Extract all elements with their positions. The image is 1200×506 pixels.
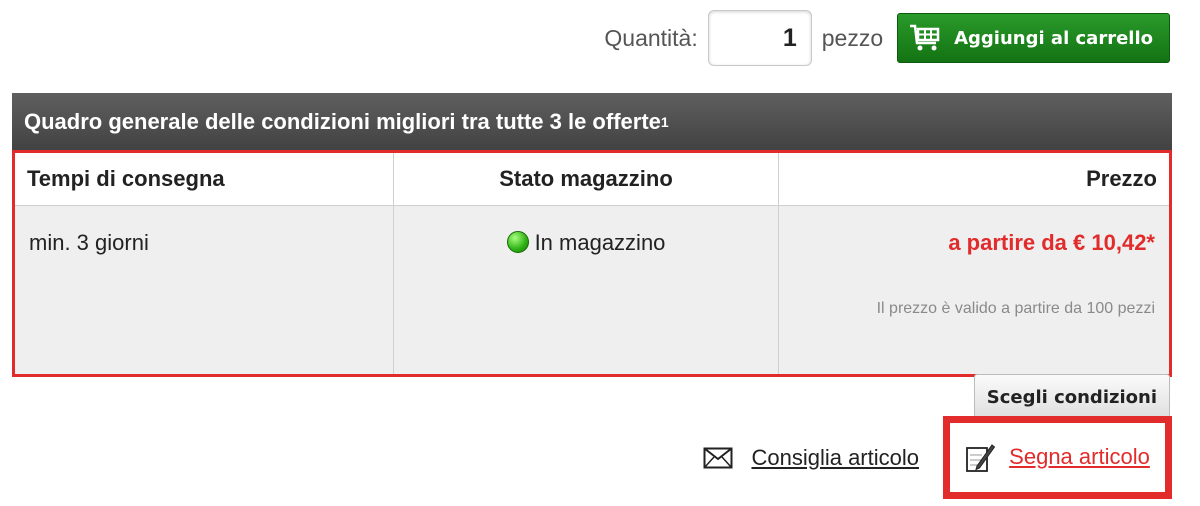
stock-cell: In magazzino — [393, 205, 779, 376]
add-to-cart-label: Aggiungi al carrello — [954, 27, 1153, 49]
add-to-cart-button[interactable]: Aggiungi al carrello — [897, 13, 1170, 63]
column-header-price: Prezzo — [778, 151, 1171, 206]
quantity-row: Quantità: pezzo Aggiungi al carrello — [604, 8, 1170, 68]
quantity-input[interactable] — [707, 10, 812, 66]
recommend-article-label: Consiglia articolo — [751, 445, 919, 470]
delivery-time-cell: min. 3 giorni — [13, 205, 394, 376]
quantity-unit: pezzo — [821, 24, 884, 51]
in-stock-status-icon — [506, 231, 529, 253]
offers-header: Quadro generale delle condizioni miglior… — [12, 93, 1172, 150]
pencil-icon — [966, 444, 996, 472]
shopping-cart-icon — [910, 24, 940, 51]
mark-article-label: Segna articolo — [1009, 444, 1150, 469]
choose-conditions-button[interactable]: Scegli condizioni — [973, 374, 1170, 420]
offers-overview: Quadro generale delle condizioni miglior… — [12, 93, 1172, 377]
price-note: Il prezzo è valido a partire da 100 pezz… — [876, 300, 1155, 317]
article-actions: Consiglia articolo Segna articolo — [703, 415, 1172, 499]
price-cell: a partire da € 10,42* Il prezzo è valido… — [778, 205, 1171, 376]
quantity-label: Quantità: — [604, 24, 698, 51]
stock-status-label: In magazzino — [534, 230, 666, 255]
offers-header-text: Quadro generale delle condizioni miglior… — [24, 108, 661, 134]
mark-article-link[interactable]: Segna articolo — [965, 441, 1150, 473]
mark-article-highlight: Segna articolo — [943, 415, 1172, 499]
column-header-stock: Stato magazzino — [393, 151, 779, 206]
column-header-delivery: Tempi di consegna — [13, 151, 394, 206]
recommend-article-link[interactable]: Consiglia articolo — [703, 445, 919, 471]
table-header-row: Tempi di consegna Stato magazzino Prezzo — [13, 151, 1171, 206]
envelope-icon — [703, 447, 733, 469]
offers-header-footnote[interactable]: 1 — [661, 114, 669, 130]
offers-table: Tempi di consegna Stato magazzino Prezzo… — [12, 150, 1172, 377]
table-row: min. 3 giorni In magazzino a partire da … — [13, 205, 1171, 376]
price-value: a partire da € 10,42* — [948, 230, 1155, 255]
